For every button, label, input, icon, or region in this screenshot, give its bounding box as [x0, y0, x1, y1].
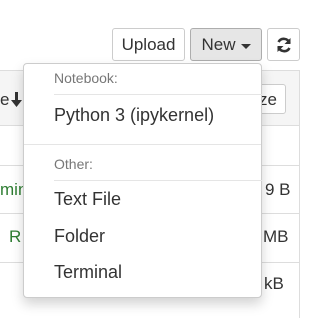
new-dropdown-menu: Notebook: Python 3 (ipykernel) Other: Te…	[23, 63, 262, 298]
new-dropdown-button[interactable]: New	[190, 28, 262, 61]
menu-item-python3[interactable]: Python 3 (ipykernel)	[54, 105, 214, 126]
notebook-section-header: Notebook:	[54, 70, 118, 86]
menu-divider	[24, 144, 261, 145]
new-label: New	[201, 34, 236, 54]
file-name-link[interactable]: R	[9, 227, 21, 247]
file-size: 9 B	[265, 180, 291, 199]
upload-label: Upload	[121, 34, 176, 54]
upload-button[interactable]: Upload	[112, 28, 185, 61]
menu-divider	[54, 94, 262, 95]
file-size: MB	[263, 227, 289, 246]
arrow-down-icon	[11, 92, 22, 107]
refresh-button[interactable]	[267, 28, 300, 61]
menu-item-text-file[interactable]: Text File	[54, 189, 121, 210]
menu-item-terminal[interactable]: Terminal	[54, 262, 122, 283]
other-section-header: Other:	[54, 156, 93, 172]
refresh-icon	[276, 37, 291, 52]
caret-down-icon	[240, 43, 251, 49]
name-column-header[interactable]: e	[0, 90, 9, 110]
menu-item-folder[interactable]: Folder	[54, 226, 105, 247]
file-size: kB	[264, 274, 284, 293]
menu-divider	[54, 180, 262, 181]
